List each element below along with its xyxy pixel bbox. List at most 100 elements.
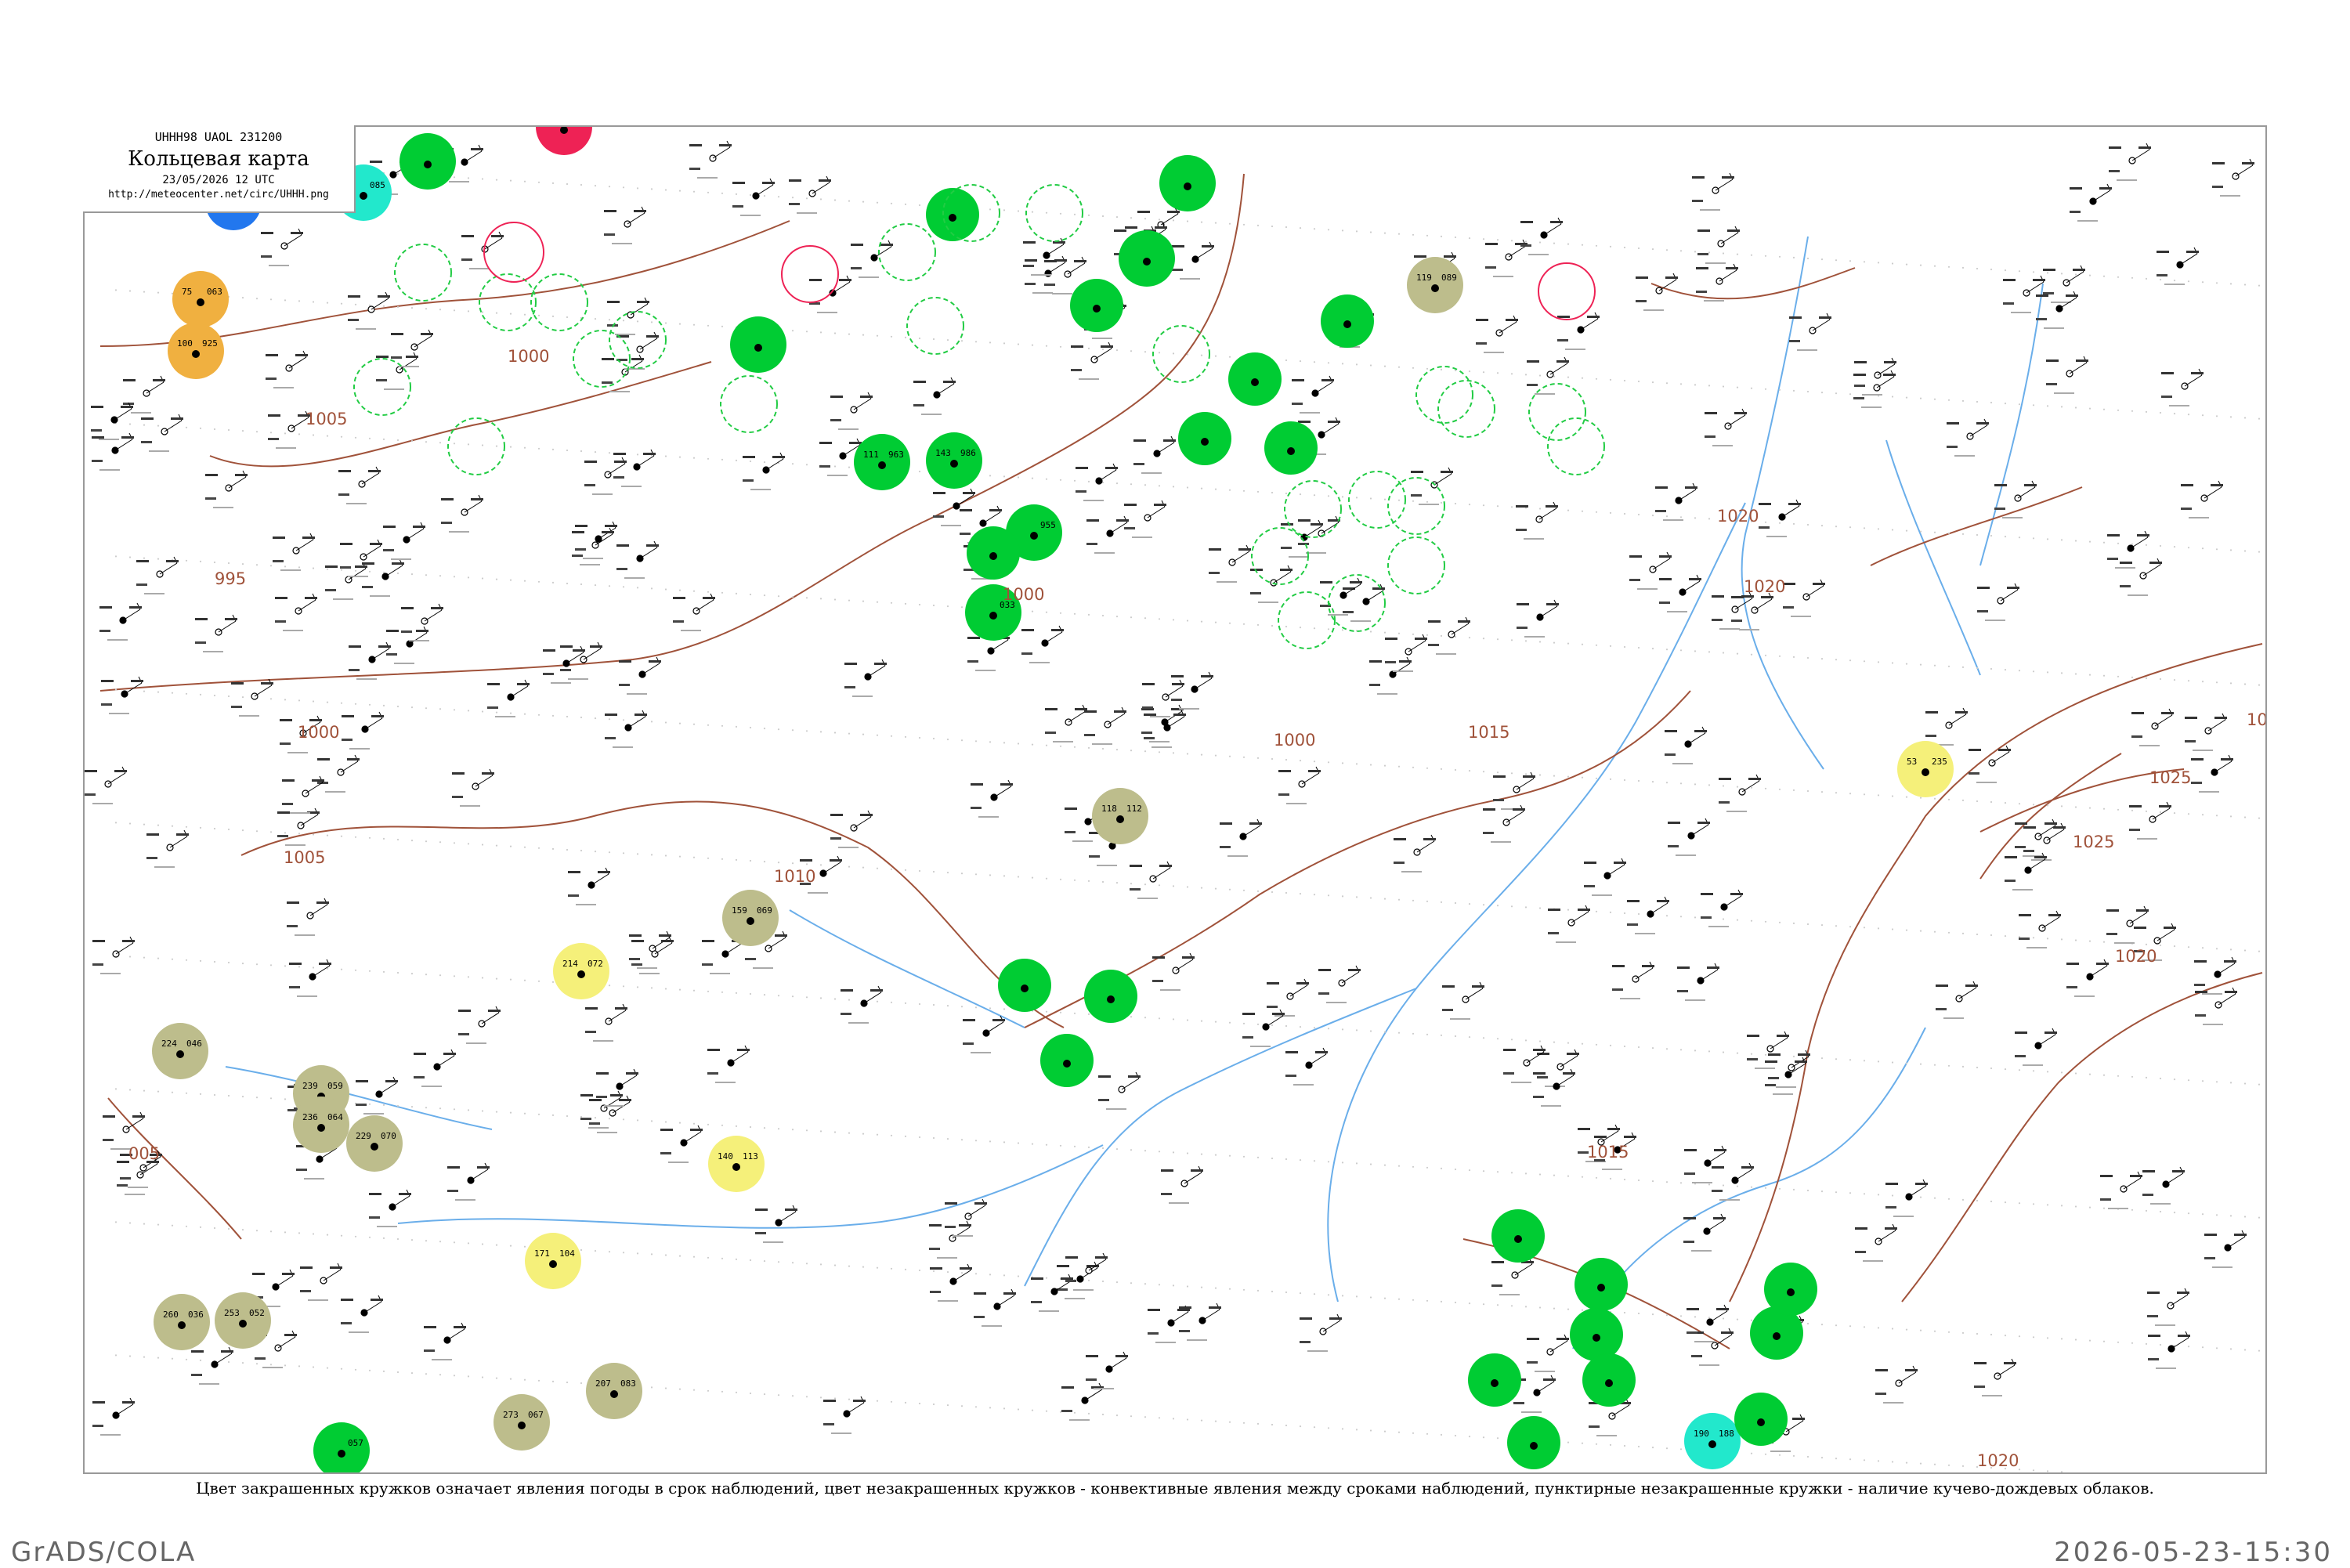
station-glyph <box>2148 1358 2159 1360</box>
station-glyph <box>1278 770 1291 772</box>
grid-dot <box>340 569 343 571</box>
station-glyph <box>1768 1077 1779 1079</box>
grid-dot <box>382 305 385 307</box>
grid-dot <box>1665 915 1668 917</box>
station-glyph <box>800 859 812 862</box>
grid-dot <box>2201 814 2204 816</box>
station-glyph <box>841 1013 851 1015</box>
grid-dot <box>1130 883 1133 885</box>
station-value: 119 <box>1416 273 1432 283</box>
grid-dot <box>1609 245 1612 247</box>
station-glyph <box>659 934 671 937</box>
station-glyph <box>1173 714 1186 716</box>
grid-dot <box>721 858 724 860</box>
grid-dot <box>791 729 794 732</box>
grid-dot <box>128 556 132 558</box>
station-glyph <box>1318 969 1331 971</box>
station-name-glyph <box>455 1199 475 1201</box>
grid-dot <box>128 290 132 292</box>
grid-dot <box>848 865 851 868</box>
grid-dot <box>1341 629 1344 631</box>
grid-dot <box>157 691 160 693</box>
grid-dot <box>1454 768 1457 771</box>
station-name-glyph <box>285 844 306 846</box>
grid-dot <box>1144 1283 1147 1285</box>
station-glyph <box>340 566 351 569</box>
grid-dot <box>1214 887 1217 890</box>
station-glyph <box>929 1248 940 1250</box>
station-glyph <box>1172 269 1183 271</box>
grid-dot <box>1679 383 1683 385</box>
station-glyph <box>284 1334 297 1336</box>
grid-dot <box>819 1263 822 1266</box>
grid-dot <box>1242 1022 1246 1024</box>
station-glyph <box>1343 611 1354 613</box>
wind-barb <box>696 599 714 612</box>
grid-dot <box>2004 269 2007 272</box>
grid-dot <box>1144 218 1147 220</box>
grid-dot <box>509 712 512 714</box>
grid-dot <box>467 576 470 579</box>
grid-dot <box>1397 366 1401 368</box>
station-glyph <box>1819 316 1831 319</box>
station-name-glyph <box>827 475 848 476</box>
station-name-glyph <box>1092 338 1112 339</box>
station-glyph <box>2019 914 2031 916</box>
grid-dot <box>1214 222 1217 224</box>
station-glyph <box>447 1166 460 1169</box>
station-glyph <box>1369 660 1382 663</box>
grid-dot <box>1158 1284 1161 1286</box>
thunder-ring <box>1538 262 1596 320</box>
wind-barb <box>630 303 649 316</box>
station-glyph <box>2100 1198 2111 1201</box>
grid-dot <box>1496 905 1499 907</box>
grid-dot <box>481 444 484 446</box>
grid-dot <box>326 302 329 304</box>
station-glyph <box>287 901 299 904</box>
grid-dot <box>171 692 174 694</box>
grid-dot <box>1581 510 1584 512</box>
grid-dot <box>1158 1017 1161 1020</box>
grid-dot <box>1835 1324 1838 1327</box>
grid-dot <box>1637 912 1640 916</box>
station-glyph <box>702 940 714 942</box>
station-glyph <box>452 772 465 775</box>
station-name-glyph <box>627 693 647 695</box>
grid-dot <box>1990 401 1993 404</box>
grid-dot <box>622 1252 625 1254</box>
grid-dot <box>1849 393 1852 396</box>
filled-station-circles: 9696085750631009251119631439860339551181… <box>152 127 1954 1472</box>
grid-dot <box>1115 882 1119 884</box>
grid-dot <box>664 588 667 591</box>
grid-dot <box>862 866 865 869</box>
station-glyph <box>1065 1280 1076 1282</box>
wind-barb <box>755 184 774 197</box>
grid-dot <box>509 1378 512 1380</box>
station-dot <box>1530 1442 1538 1450</box>
wind-barb <box>1607 864 1625 876</box>
grid-dot <box>1510 1039 1513 1041</box>
station-glyph <box>370 543 382 545</box>
station-glyph <box>1683 1241 1694 1243</box>
station-name-glyph <box>1328 614 1348 616</box>
grid-dot <box>509 446 512 448</box>
grid-dot <box>1299 1425 1302 1428</box>
wind-barb <box>1707 1151 1726 1164</box>
station-glyph <box>1074 260 1086 262</box>
grid-dot <box>918 1003 921 1006</box>
grid-dot <box>1736 1052 1739 1054</box>
grid-dot <box>2046 804 2049 807</box>
station-name-glyph <box>1863 1260 1883 1262</box>
map-url[interactable]: http://meteocenter.net/circ/UHHH.png <box>83 189 354 201</box>
station-glyph <box>1994 508 2005 510</box>
station-glyph <box>2149 562 2162 564</box>
station-glyph <box>2023 850 2034 852</box>
grid-dot <box>1835 1191 1838 1194</box>
grid-dot <box>1877 794 1880 797</box>
grid-dot <box>1863 660 1866 663</box>
grid-dot <box>1609 1044 1612 1046</box>
station-glyph <box>391 356 402 359</box>
station-glyph <box>1659 602 1670 604</box>
station-glyph <box>1411 471 1423 473</box>
station-glyph <box>282 779 295 782</box>
